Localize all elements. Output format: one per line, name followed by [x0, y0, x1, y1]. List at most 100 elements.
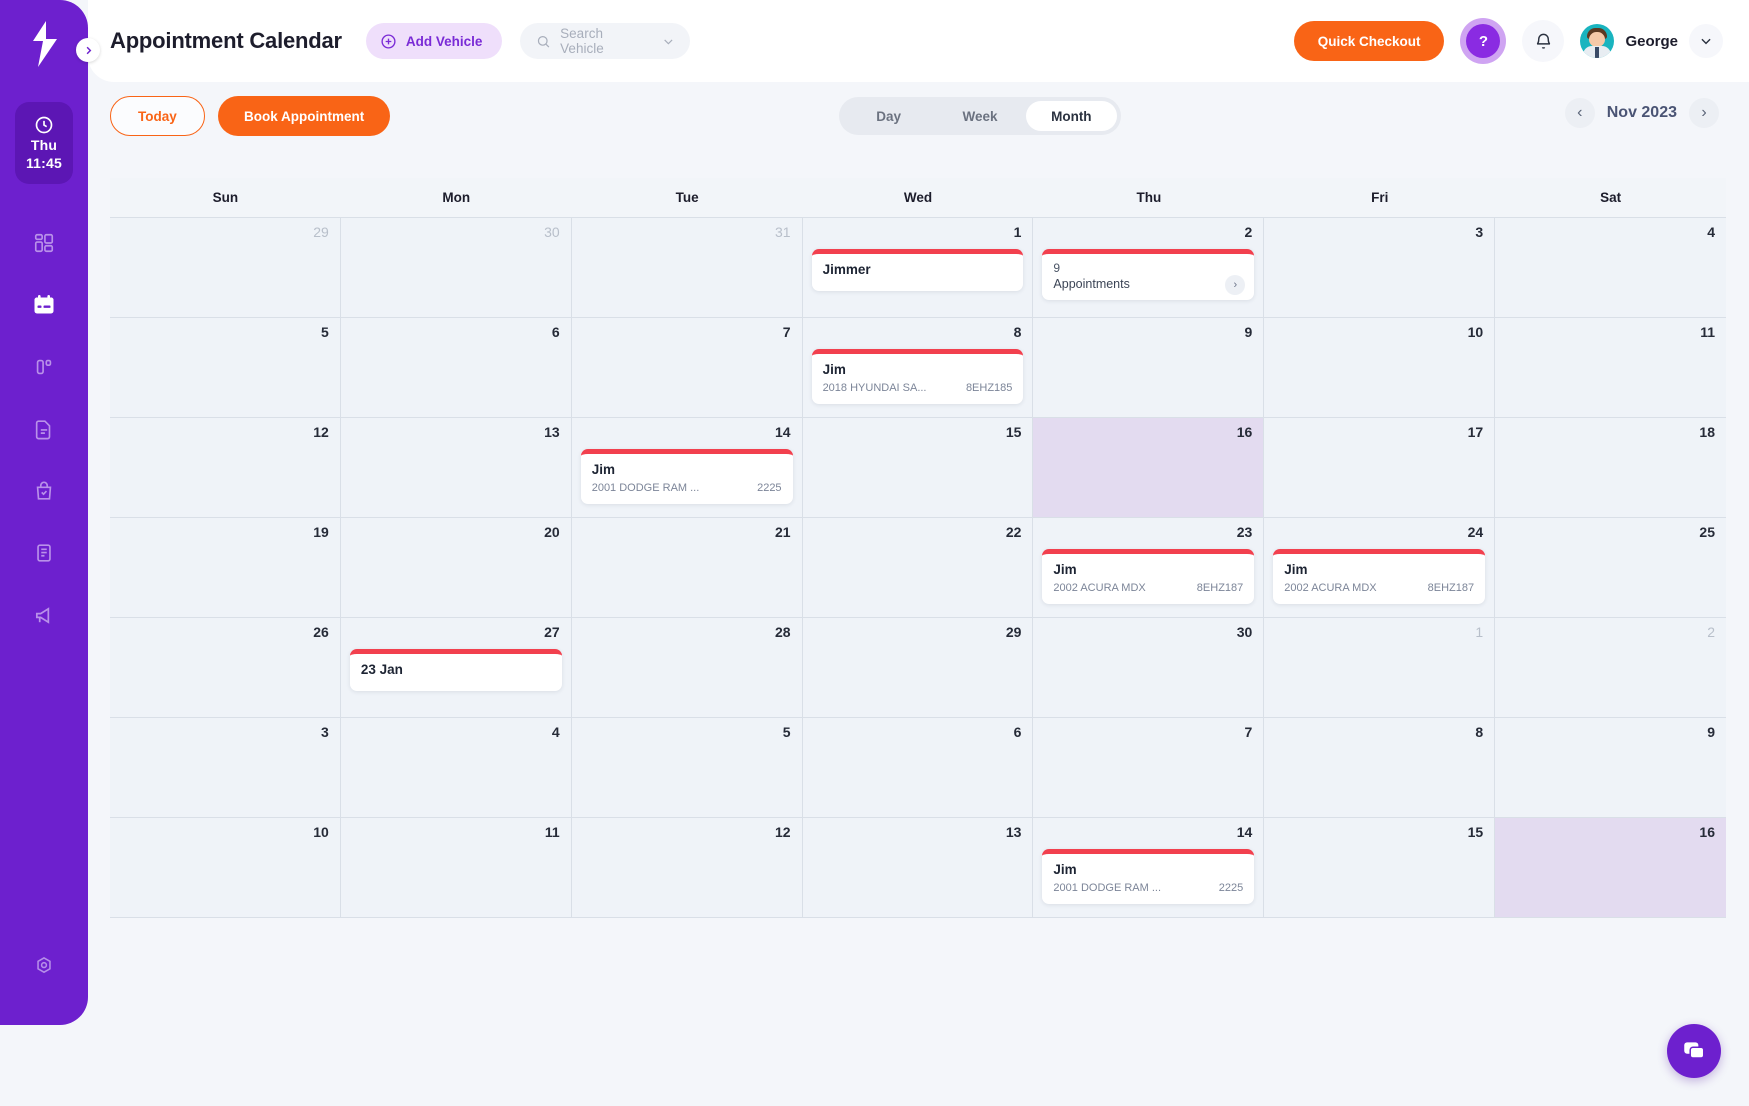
calendar-day-cell[interactable]: 31 [571, 218, 803, 317]
sidebar-item-board[interactable] [24, 350, 64, 384]
sidebar-item-calendar[interactable] [24, 288, 64, 322]
calendar-day-cell[interactable]: 2 [1495, 618, 1726, 717]
day-number: 9 [1244, 324, 1253, 340]
appointment-details: 2002 ACURA MDX 8EHZ187 [1284, 582, 1474, 594]
next-month-button[interactable]: › [1689, 98, 1719, 128]
calendar-day-cell[interactable]: 7 [1033, 718, 1265, 817]
today-button[interactable]: Today [110, 96, 205, 136]
appointment-expand-arrow-icon[interactable]: › [1225, 275, 1246, 295]
sidebar-item-documents[interactable] [24, 412, 64, 446]
calendar-day-cell[interactable]: 3 [110, 718, 341, 817]
view-mode-month[interactable]: Month [1025, 101, 1117, 131]
calendar-day-cell[interactable]: 2 9 Appointments › [1033, 218, 1265, 317]
user-menu-caret[interactable] [1689, 24, 1723, 58]
calendar-day-cell[interactable]: 29 [110, 218, 341, 317]
calendar-day-cell[interactable]: 16 [1495, 818, 1726, 917]
help-button[interactable]: ? [1460, 18, 1507, 64]
calendar-day-cell[interactable]: 20 [340, 518, 572, 617]
appointment-plate: 2225 [757, 482, 782, 494]
calendar-day-cell[interactable]: 4 [340, 718, 572, 817]
calendar-day-cell[interactable]: 27 23 Jan [340, 618, 572, 717]
calendar-day-cell[interactable]: 3 [1264, 218, 1496, 317]
calendar-day-cell[interactable]: 12 [571, 818, 803, 917]
user-menu[interactable]: George [1580, 24, 1723, 58]
sidebar-item-orders[interactable] [24, 474, 64, 508]
sidebar-item-announcements[interactable] [24, 598, 64, 632]
calendar-day-cell[interactable]: 23 Jim 2002 ACURA MDX 8EHZ187 [1033, 518, 1265, 617]
appointment-card[interactable]: Jimmer [811, 249, 1024, 291]
calendar-day-cell[interactable]: 6 [802, 718, 1034, 817]
appointment-plate: 8EHZ187 [1427, 582, 1475, 594]
calendar-day-cell[interactable]: 13 [340, 418, 572, 517]
calendar-day-cell[interactable]: 9 [1495, 718, 1726, 817]
calendar-day-cell[interactable]: 14 Jim 2001 DODGE RAM ... 2225 [1033, 818, 1265, 917]
calendar-day-cell[interactable]: 22 [802, 518, 1034, 617]
calendar-day-cell[interactable]: 5 [571, 718, 803, 817]
calendar-day-cell[interactable]: 19 [110, 518, 341, 617]
calendar-day-cell[interactable]: 30 [1033, 618, 1265, 717]
chat-button[interactable] [1667, 1024, 1721, 1078]
calendar-day-cell[interactable]: 8 Jim 2018 HYUNDAI SA... 8EHZ185 [802, 318, 1034, 417]
calendar-day-cell[interactable]: 18 [1495, 418, 1726, 517]
calendar-day-cell[interactable]: 9 [1033, 318, 1265, 417]
calendar-day-cell[interactable]: 7 [571, 318, 803, 417]
calendar-day-cell[interactable]: 29 [802, 618, 1034, 717]
calendar-day-cell[interactable]: 12 [110, 418, 341, 517]
appointment-card[interactable]: Jim 2001 DODGE RAM ... 2225 [1042, 849, 1255, 904]
calendar-day-cell[interactable]: 6 [340, 318, 572, 417]
calendar-week-row: 5 6 7 8 Jim 2018 HYUNDAI SA... 8EHZ185 9 10 11 [110, 318, 1726, 418]
appointment-card[interactable]: Jim 2018 HYUNDAI SA... 8EHZ185 [811, 349, 1024, 404]
calendar-day-cell[interactable]: 25 [1495, 518, 1726, 617]
day-number: 29 [1005, 624, 1022, 640]
chat-bubble-icon [1684, 1042, 1705, 1059]
calendar-day-cell[interactable]: 13 [802, 818, 1034, 917]
sidebar-collapse-toggle[interactable] [76, 38, 100, 62]
appointment-details: 2001 DODGE RAM ... 2225 [1053, 882, 1243, 894]
appointment-card[interactable]: Jim 2001 DODGE RAM ... 2225 [580, 449, 793, 504]
calendar-day-cell[interactable]: 21 [571, 518, 803, 617]
calendar-day-cell[interactable]: 30 [340, 218, 572, 317]
calendar-day-cell[interactable]: 17 [1264, 418, 1496, 517]
appointment-title: Jim [591, 462, 615, 477]
sidebar-item-settings[interactable] [24, 949, 64, 983]
calendar-day-cell[interactable]: 1 Jimmer [802, 218, 1034, 317]
calendar-day-cell[interactable]: 11 [1495, 318, 1726, 417]
calendar-day-cell[interactable]: 11 [340, 818, 572, 917]
calendar-day-cell[interactable]: 24 Jim 2002 ACURA MDX 8EHZ187 [1264, 518, 1496, 617]
calendar-day-cell[interactable]: 16 [1033, 418, 1265, 517]
shopping-bag-icon [36, 481, 52, 500]
appointment-card[interactable]: Jim 2002 ACURA MDX 8EHZ187 [1042, 549, 1255, 604]
notifications-button[interactable] [1522, 20, 1565, 62]
app-logo[interactable] [0, 0, 88, 88]
chevron-right-icon [86, 46, 91, 54]
book-appointment-button[interactable]: Book Appointment [218, 96, 391, 136]
day-number: 17 [1467, 424, 1484, 440]
calendar-day-cell[interactable]: 15 [1264, 818, 1496, 917]
calendar-day-cell[interactable]: 8 [1264, 718, 1496, 817]
calendar-day-cell[interactable]: 10 [110, 818, 341, 917]
calendar-day-cell[interactable]: 4 [1495, 218, 1726, 317]
calendar-day-cell[interactable]: 10 [1264, 318, 1496, 417]
calendar-day-cell[interactable]: 26 [110, 618, 341, 717]
appointment-plate: 2225 [1218, 882, 1244, 894]
appointment-card[interactable]: 23 Jan [349, 649, 562, 691]
calendar-day-cell[interactable]: 28 [571, 618, 803, 717]
day-number: 8 [1013, 324, 1022, 340]
add-vehicle-button[interactable]: Add Vehicle [365, 23, 503, 59]
appointment-vehicle: 2001 DODGE RAM ... [1053, 882, 1162, 894]
calendar-day-cell[interactable]: 15 [802, 418, 1034, 517]
calendar-day-cell[interactable]: 1 [1264, 618, 1496, 717]
appointment-vehicle: 2001 DODGE RAM ... [591, 482, 700, 494]
sidebar-item-reports[interactable] [24, 536, 64, 570]
search-vehicle-input[interactable]: Search Vehicle [520, 23, 691, 59]
prev-month-button[interactable]: ‹ [1564, 98, 1595, 128]
quick-checkout-button[interactable]: Quick Checkout [1293, 21, 1445, 61]
view-mode-week[interactable]: Week [934, 101, 1025, 131]
appointment-card[interactable]: Jim 2002 ACURA MDX 8EHZ187 [1273, 549, 1486, 604]
appointment-count-card[interactable]: 9 Appointments › [1042, 249, 1255, 300]
calendar-day-cell[interactable]: 14 Jim 2001 DODGE RAM ... 2225 [571, 418, 803, 517]
top-bar-actions: Quick Checkout ? George [1293, 18, 1723, 64]
view-mode-day[interactable]: Day [843, 101, 934, 131]
calendar-day-cell[interactable]: 5 [110, 318, 341, 417]
sidebar-item-dashboard[interactable] [24, 226, 64, 260]
